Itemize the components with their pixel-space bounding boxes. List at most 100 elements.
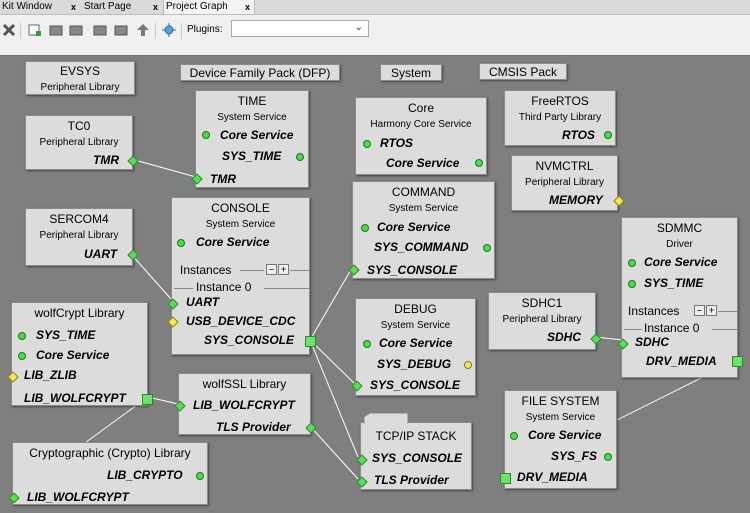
node-file-system[interactable]: FILE SYSTEM System Service Core Service … (500, 390, 617, 489)
port-label: SYS_TIME (644, 276, 704, 290)
port-label: TMR (93, 153, 119, 167)
node-subtitle: Third Party Library (518, 112, 602, 123)
port-label: DRV_MEDIA (646, 354, 717, 368)
divider (290, 270, 310, 271)
capability-port[interactable] (604, 453, 612, 461)
node-subtitle: System Service (205, 219, 276, 230)
node-subtitle: Peripheral Library (39, 230, 119, 241)
wire-sercom4-console (130, 253, 172, 300)
divider (718, 311, 738, 312)
node-wolfcrypt-library[interactable]: wolfCrypt Library SYS_TIME Core Service … (7, 302, 153, 406)
dependency-port[interactable] (18, 352, 26, 360)
node-subtitle: Peripheral Library (502, 314, 582, 325)
node-title: TIME (237, 94, 267, 108)
node-evsys[interactable]: EVSYS Peripheral Library (25, 61, 135, 95)
node-subtitle: System Service (388, 203, 459, 214)
node-tc0[interactable]: TC0 Peripheral Library TMR (25, 115, 139, 170)
node-title: CMSIS Pack (488, 65, 557, 79)
node-command[interactable]: COMMAND System Service Core Service SYS_… (348, 181, 495, 279)
port-label: LIB_CRYPTO (107, 468, 183, 482)
dependency-port[interactable] (18, 332, 26, 340)
node-subtitle: Peripheral Library (39, 137, 119, 148)
node-title: EVSYS (59, 64, 101, 78)
folder-tab-icon (364, 413, 408, 424)
node-console[interactable]: CONSOLE System Service Core Service Inst… (167, 197, 316, 355)
node-system[interactable]: System (380, 64, 442, 81)
node-time[interactable]: TIME System Service Core Service SYS_TIM… (191, 90, 309, 188)
node-title: Cryptographic (Crypto) Library (29, 446, 191, 460)
port-label: TMR (210, 172, 236, 186)
port-label: Core Service (386, 156, 460, 170)
node-crypto-library[interactable]: Cryptographic (Crypto) Library LIB_CRYPT… (8, 442, 208, 505)
port-label: SYS_CONSOLE (372, 451, 463, 465)
node-title: System (390, 66, 431, 80)
dependency-port[interactable] (361, 224, 369, 232)
wire-console-tcpip (309, 339, 359, 458)
node-title: CONSOLE (211, 201, 270, 215)
node-title: COMMAND (391, 185, 456, 199)
port-label: LIB_WOLFCRYPT (24, 391, 126, 405)
port-label: LIB_ZLIB (24, 368, 77, 382)
capability-port[interactable] (296, 153, 304, 161)
wire-wolfssl-tcpip (308, 424, 359, 480)
node-title: FreeRTOS (531, 94, 589, 108)
dependency-port[interactable] (363, 340, 371, 348)
dependency-port[interactable] (628, 280, 636, 288)
port-label: SYS_TIME (36, 328, 96, 342)
dependency-port[interactable] (500, 473, 511, 484)
dependency-port[interactable] (628, 259, 636, 267)
capability-port[interactable] (483, 244, 491, 252)
node-sdhc1[interactable]: SDHC1 Peripheral Library SDHC (488, 292, 602, 350)
port-label: TLS Provider (216, 420, 291, 434)
node-device-family-pack[interactable]: Device Family Pack (DFP) (180, 64, 340, 81)
port-label: SYS_TIME (222, 149, 282, 163)
node-title: NVMCTRL (535, 159, 594, 173)
capability-port[interactable] (475, 159, 483, 167)
capability-port[interactable] (142, 394, 153, 405)
port-label: Core Service (379, 336, 453, 350)
node-subtitle: System Service (380, 320, 451, 331)
dependency-port[interactable] (202, 131, 210, 139)
capability-port[interactable] (305, 336, 316, 347)
node-title: TCP/IP STACK (375, 429, 457, 443)
node-title: SDHC1 (521, 296, 563, 310)
node-sdmmc[interactable]: SDMMC Driver Core Service SYS_TIME Insta… (617, 217, 743, 378)
node-sercom4[interactable]: SERCOM4 Peripheral Library UART (25, 208, 139, 266)
node-wolfssl-library[interactable]: wolfSSL Library LIB_WOLFCRYPT TLS Provid… (174, 373, 317, 435)
capability-port[interactable] (732, 356, 743, 367)
add-instance-button[interactable]: + (706, 305, 717, 316)
port-label: SYS_FS (551, 449, 598, 463)
dependency-port[interactable] (363, 140, 371, 148)
dependency-port[interactable] (510, 432, 518, 440)
node-subtitle: Peripheral Library (525, 177, 604, 188)
port-label: SYS_COMMAND (374, 240, 469, 254)
capability-port[interactable] (196, 472, 204, 480)
capability-port[interactable] (464, 361, 472, 369)
node-debug[interactable]: DEBUG System Service Core Service SYS_DE… (351, 298, 476, 396)
port-label: LIB_WOLFCRYPT (193, 398, 295, 412)
divider (624, 329, 642, 330)
node-tcpip-stack[interactable]: TCP/IP STACK SYS_CONSOLE TLS Provider (356, 413, 472, 490)
node-title: SERCOM4 (49, 212, 109, 226)
collapse-instance-button[interactable]: – (694, 305, 705, 316)
wire-console-command (309, 267, 353, 341)
node-title: Core (407, 101, 434, 115)
port-label: RTOS (380, 136, 413, 150)
node-cmsis-pack[interactable]: CMSIS Pack (479, 63, 567, 80)
node-nvmctrl[interactable]: NVMCTRL Peripheral Library MEMORY (511, 155, 625, 211)
port-label: Core Service (377, 220, 451, 234)
capability-port[interactable] (604, 131, 612, 139)
node-core[interactable]: Core Harmony Core Service RTOS Core Serv… (355, 97, 487, 175)
divider (712, 329, 737, 330)
wire-console-debug (309, 339, 356, 385)
node-title: DEBUG (394, 302, 437, 316)
collapse-instance-button[interactable]: – (266, 264, 277, 275)
port-label: UART (84, 247, 118, 261)
port-label: SYS_CONSOLE (367, 263, 458, 277)
add-instance-button[interactable]: + (278, 264, 289, 275)
node-freertos[interactable]: FreeRTOS Third Party Library RTOS (504, 90, 616, 146)
dependency-port[interactable] (177, 239, 185, 247)
port-label: TLS Provider (374, 473, 449, 487)
divider (174, 288, 193, 289)
port-label: SDHC (547, 330, 582, 344)
